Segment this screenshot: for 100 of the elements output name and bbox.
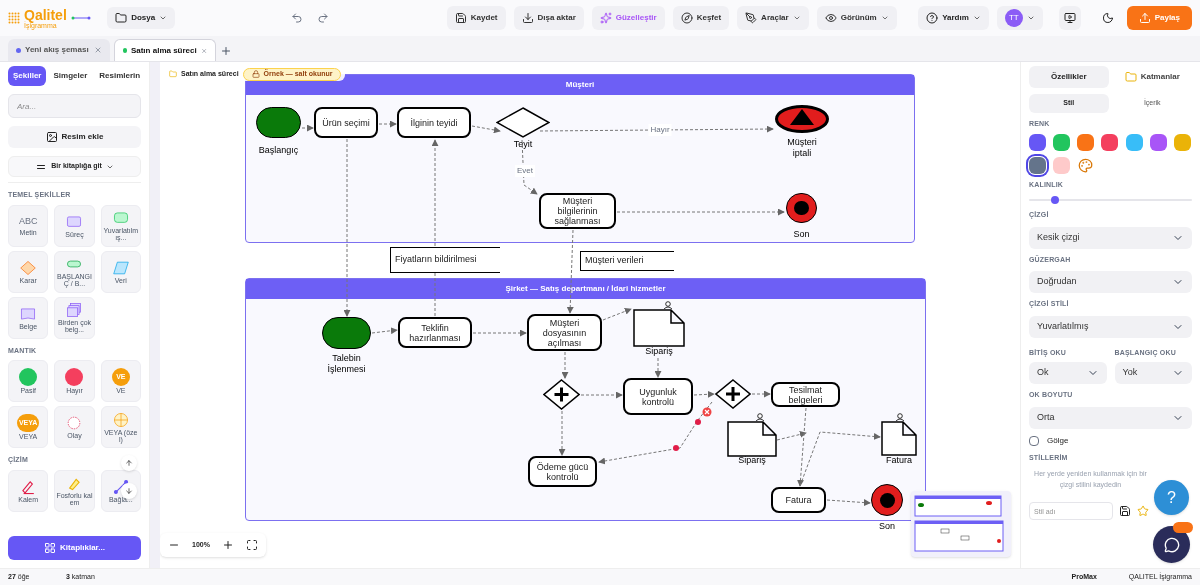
star-icon[interactable] — [1137, 505, 1149, 517]
task-box[interactable]: Uygunluk kontrolü — [623, 378, 693, 415]
document-shape[interactable] — [881, 421, 917, 456]
fit-screen-icon[interactable] — [245, 539, 258, 551]
sidebar-tab[interactable]: Simgeler — [48, 66, 93, 86]
add-image-button[interactable]: Resim ekle — [8, 126, 141, 148]
zoom-in-icon[interactable] — [221, 539, 234, 551]
node-label: Talebin İşlenmesi — [327, 353, 366, 375]
help-icon — [926, 12, 939, 24]
arrow-up-icon — [125, 459, 133, 467]
folder-icon — [169, 70, 177, 79]
notification-badge — [1173, 522, 1193, 533]
node-label: Fatura — [886, 455, 912, 466]
text-annotation[interactable]: Müşteri verileri — [580, 251, 674, 271]
color-swatch[interactable] — [1053, 133, 1071, 151]
caret-icon — [159, 14, 168, 22]
gateway-diamond[interactable] — [715, 379, 751, 409]
document-tab[interactable]: Yeni akış şeması — [8, 39, 110, 61]
new-tab-icon[interactable] — [220, 45, 232, 57]
node-label: Başlangıç — [258, 145, 299, 156]
delete-icon[interactable] — [702, 407, 712, 417]
text-annotation[interactable]: Fiyatların bildirilmesi — [390, 247, 500, 273]
account-button[interactable]: TT — [996, 6, 1043, 30]
search-field[interactable]: Ara... — [8, 94, 141, 118]
toolbar-button[interactable]: Güzelleştir — [591, 6, 665, 30]
caret-icon — [1026, 14, 1035, 22]
line-style-select[interactable]: Yuvarlatılmış — [1029, 315, 1192, 338]
color-swatch[interactable] — [1149, 133, 1167, 151]
person-icon — [663, 301, 673, 309]
app-logo: Qalitel — [24, 7, 67, 22]
task-box[interactable]: Ödeme gücü kontrolü — [528, 456, 597, 487]
toolbar-button[interactable]: Keşfet — [672, 6, 730, 30]
save-icon — [1119, 505, 1131, 517]
node-label: Müşteri iptali — [787, 137, 817, 159]
rect-shape-icon — [65, 213, 84, 230]
folder-icon — [115, 12, 128, 24]
end-arrow-select[interactable]: Ok — [1029, 362, 1107, 384]
shadow-checkbox[interactable] — [1029, 435, 1039, 446]
present-button[interactable] — [1058, 6, 1081, 30]
color-swatch[interactable] — [1173, 133, 1191, 151]
document-shape[interactable] — [727, 421, 777, 457]
help-menu-button[interactable]: Yardım — [918, 6, 989, 30]
color-swatch[interactable] — [1053, 156, 1071, 174]
start-arrow-select[interactable]: Yok — [1114, 362, 1192, 384]
line-select[interactable]: Kesik çizgi — [1029, 226, 1192, 249]
panel-tab[interactable]: Özellikler — [1029, 66, 1109, 88]
document-tab[interactable]: Satın alma süreci — [114, 39, 216, 61]
gateway-diamond[interactable] — [543, 379, 580, 410]
task-box[interactable]: Müşteri dosyasının açılması — [527, 314, 602, 351]
edge-handle[interactable] — [673, 445, 679, 451]
palette-icon[interactable] — [1077, 156, 1095, 174]
node-label: Teyit — [513, 139, 533, 150]
task-box[interactable]: Fatura — [771, 487, 826, 513]
chat-button[interactable] — [1153, 526, 1190, 563]
color-swatch[interactable] — [1077, 133, 1095, 151]
rounded-shape-icon — [111, 210, 130, 226]
multidoc-shape-icon — [65, 302, 84, 318]
color-swatch[interactable] — [1029, 133, 1046, 151]
parallelogram-shape-icon — [111, 259, 130, 276]
route-select[interactable]: Doğrudan — [1029, 271, 1192, 293]
toolbar-button[interactable]: Araçlar — [737, 6, 809, 30]
task-box[interactable]: Tesilmat belgeleri — [771, 382, 840, 407]
gateway-diamond[interactable] — [496, 107, 550, 138]
color-swatch[interactable] — [1125, 133, 1143, 151]
eye-icon — [824, 12, 837, 24]
minimap[interactable] — [911, 491, 1011, 557]
lock-icon — [251, 70, 260, 79]
undo-icon — [290, 12, 303, 24]
moon-icon — [1101, 12, 1114, 24]
arrow-down-icon — [125, 487, 133, 495]
libraries-button[interactable]: Kitaplıklar... — [8, 536, 141, 560]
sidebar-tab[interactable]: Resimlerin — [94, 66, 146, 86]
node-label: Son — [793, 229, 810, 240]
grid-icon — [44, 542, 57, 554]
sidebar-tab[interactable]: Şekiller — [8, 66, 47, 86]
pen-icon — [745, 12, 758, 24]
arrow-size-select[interactable]: Orta — [1029, 406, 1192, 429]
user-avatar: TT — [1004, 9, 1023, 27]
logo-icon — [8, 12, 20, 24]
save-style-button[interactable] — [1117, 503, 1133, 519]
color-swatch[interactable] — [1101, 133, 1119, 151]
node-label: Sipariş — [645, 346, 673, 357]
diamond-shape-icon — [19, 259, 38, 276]
compass-icon — [680, 12, 693, 24]
document-shape[interactable] — [633, 309, 685, 347]
toolbar-button[interactable]: Dışa aktar — [513, 6, 584, 30]
task-box[interactable]: İlginin teyidi — [397, 107, 471, 138]
edge-handle[interactable] — [695, 419, 701, 425]
task-box[interactable]: Müşteri bilgilerinin sağlanması — [539, 193, 616, 229]
panel-tab[interactable]: Katmanlar — [1112, 66, 1192, 88]
lane-header: Şirket — Satış departmanı / İdari hizmetler — [246, 279, 925, 299]
color-swatch[interactable] — [1029, 156, 1046, 174]
node-label: Sipariş — [738, 455, 766, 466]
slider-thumb[interactable] — [1051, 196, 1060, 204]
task-box[interactable]: Ürün seçimi — [314, 107, 378, 138]
file-menu-button[interactable]: Dosya — [107, 7, 176, 29]
toolbar-button[interactable]: Kaydet — [446, 6, 506, 30]
redo-icon — [317, 12, 330, 24]
toolbar-button[interactable]: Görünüm — [816, 6, 897, 30]
task-box[interactable]: Teklifin hazırlanması — [398, 317, 472, 348]
